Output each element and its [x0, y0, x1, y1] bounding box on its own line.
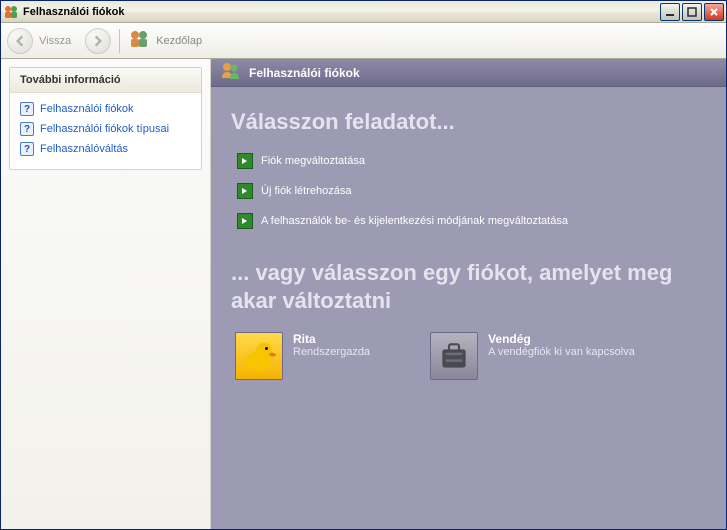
arrow-icon [237, 183, 253, 199]
title-bar: Felhasználói fiókok [1, 1, 726, 23]
account-desc: Rendszergazda [293, 346, 370, 358]
toolbar: Vissza Kezdőlap [1, 23, 726, 59]
help-icon: ? [20, 142, 34, 156]
help-icon: ? [20, 102, 34, 116]
sidebar-item-account-types[interactable]: ? Felhasználói fiókok típusai [16, 119, 195, 139]
help-icon: ? [20, 122, 34, 136]
avatar-duck-icon [235, 332, 283, 380]
content-pane: Felhasználói fiókok Válasszon feladatot.… [211, 59, 726, 529]
choose-account-heading: ... vagy válasszon egy fiókot, amelyet m… [231, 259, 706, 314]
task-change-account[interactable]: Fiók megváltoztatása [237, 153, 706, 169]
home-label[interactable]: Kezdőlap [156, 35, 202, 47]
account-list: Rita Rendszergazda Vendég [235, 332, 706, 380]
back-button[interactable] [7, 28, 33, 54]
sidebar-item-switch-user[interactable]: ? Felhasználóváltás [16, 139, 195, 159]
account-rita[interactable]: Rita Rendszergazda [235, 332, 370, 380]
arrow-icon [237, 213, 253, 229]
task-label: A felhasználók be- és kijelentkezési mód… [261, 215, 568, 227]
content-header: Felhasználói fiókok [211, 59, 726, 87]
account-name: Vendég [488, 332, 635, 346]
maximize-button[interactable] [682, 3, 702, 21]
home-icon[interactable] [128, 28, 150, 53]
task-label: Fiók megváltoztatása [261, 155, 365, 167]
task-change-logon[interactable]: A felhasználók be- és kijelentkezési mód… [237, 213, 706, 229]
sidebar-item-label: Felhasználói fiókok [40, 103, 134, 115]
account-guest[interactable]: Vendég A vendégfiók ki van kapcsolva [430, 332, 635, 380]
sidebar: További információ ? Felhasználói fiókok… [1, 59, 211, 529]
sidebar-item-label: Felhasználóváltás [40, 143, 128, 155]
content-header-title: Felhasználói fiókok [249, 66, 360, 80]
task-list: Fiók megváltoztatása Új fiók létrehozása… [237, 153, 706, 229]
arrow-icon [237, 153, 253, 169]
back-label: Vissza [39, 35, 71, 47]
choose-task-heading: Válasszon feladatot... [231, 109, 706, 135]
toolbar-separator [119, 29, 120, 53]
side-panel: További információ ? Felhasználói fiókok… [9, 67, 202, 170]
window-title: Felhasználói fiókok [23, 6, 660, 18]
account-name: Rita [293, 332, 370, 346]
users-icon [219, 60, 241, 85]
close-button[interactable] [704, 3, 724, 21]
side-panel-title: További információ [10, 68, 201, 93]
sidebar-item-label: Felhasználói fiókok típusai [40, 123, 169, 135]
sidebar-item-accounts[interactable]: ? Felhasználói fiókok [16, 99, 195, 119]
app-icon [3, 4, 19, 20]
task-create-account[interactable]: Új fiók létrehozása [237, 183, 706, 199]
task-label: Új fiók létrehozása [261, 185, 352, 197]
forward-button[interactable] [85, 28, 111, 54]
minimize-button[interactable] [660, 3, 680, 21]
avatar-suitcase-icon [430, 332, 478, 380]
account-desc: A vendégfiók ki van kapcsolva [488, 346, 635, 358]
